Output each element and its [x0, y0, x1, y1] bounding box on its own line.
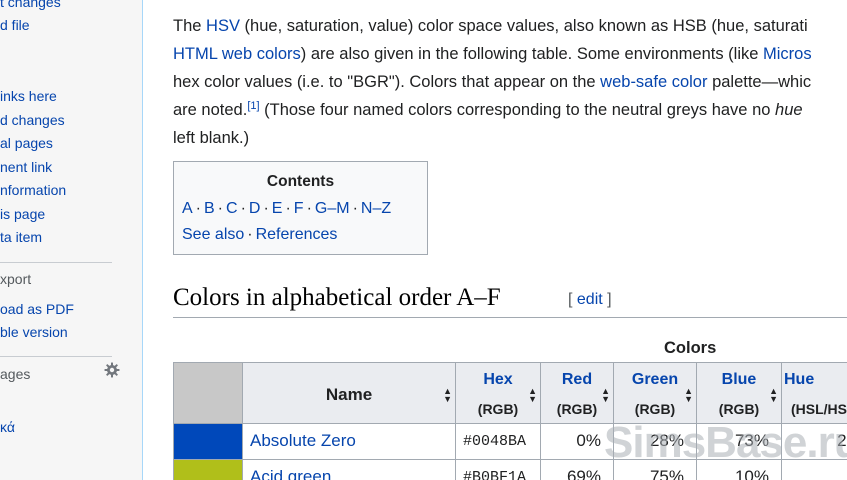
sort-icon[interactable]: ▲ ▼: [528, 387, 537, 404]
separator: ·: [285, 200, 291, 217]
link-web-safe-color[interactable]: web-safe color: [600, 73, 707, 91]
toc-title: Contents: [266, 173, 335, 190]
sidebar-item-page-information[interactable]: nformation: [0, 182, 66, 198]
table-cell-red: 69%: [540, 459, 614, 480]
separator: ·: [263, 200, 269, 217]
text-run: (Those four named colors corresponding t…: [259, 101, 776, 119]
separator: ·: [240, 200, 246, 217]
column-header-label: Name: [325, 385, 373, 404]
column-header-blue[interactable]: Blue (RGB) ▲ ▼: [696, 362, 782, 424]
table-caption: Colors: [664, 339, 717, 357]
separator: ·: [352, 200, 358, 217]
separator: ·: [247, 226, 253, 243]
toc-link-e[interactable]: E: [272, 200, 283, 217]
toc-link-f[interactable]: F: [294, 200, 304, 217]
toc-link-a[interactable]: A: [182, 200, 193, 217]
sidebar-item-upload-file[interactable]: d file: [0, 17, 30, 33]
text-run: The: [173, 17, 207, 35]
column-header-link[interactable]: Hue: [782, 371, 847, 389]
color-swatch: [173, 459, 243, 480]
bracket: ]: [602, 291, 612, 308]
link-microsoft[interactable]: Micros: [763, 45, 812, 63]
table-of-contents: Contents A · B · C · D · E · F · G–M · N–Z See also · Re…: [173, 161, 428, 255]
column-header-hue[interactable]: Hue (HSL/HSV: [781, 362, 847, 424]
table-cell-name: Acid green: [242, 459, 456, 480]
sidebar-heading-export: xport: [0, 271, 32, 287]
table-cell-name: Absolute Zero: [242, 423, 456, 460]
sidebar-item-related-changes-2[interactable]: d changes: [0, 112, 65, 128]
toc-link-references[interactable]: References: [256, 226, 338, 243]
sidebar-item-language-greek[interactable]: κά: [0, 419, 15, 435]
sidebar-item-wikidata-item[interactable]: ta item: [0, 229, 42, 245]
text-run: left blank.): [173, 129, 250, 147]
color-name-link[interactable]: Acid green: [250, 467, 331, 480]
sidebar-item-permanent-link[interactable]: nent link: [0, 159, 52, 175]
sidebar-item-special-pages[interactable]: al pages: [0, 135, 53, 151]
separator: ·: [217, 200, 223, 217]
toc-letters: A · B · C · D · E · F · G–M · N–Z: [182, 199, 391, 219]
text-run: hex color values (i.e. to "BGR"). Colors…: [173, 73, 601, 91]
color-name-link[interactable]: Absolute Zero: [250, 431, 356, 450]
text-emphasis: hue: [775, 101, 803, 119]
text-run: palette—whic: [707, 73, 812, 91]
column-header-name[interactable]: Name ▲ ▼: [242, 362, 456, 424]
table-cell-red: 0%: [540, 423, 614, 460]
link-hsv[interactable]: HSV: [206, 17, 240, 35]
bracket: [: [568, 291, 577, 308]
sidebar: t changes d file inks here d changes al …: [0, 0, 143, 480]
sidebar-item-what-links-here[interactable]: inks here: [0, 88, 57, 104]
table-cell-hex: #0048BA: [455, 423, 541, 460]
sort-icon[interactable]: ▲ ▼: [443, 387, 452, 404]
section-title: Colors in alphabetical order A–F: [173, 284, 501, 311]
toc-extras: See also · References: [182, 225, 337, 245]
sidebar-divider: [0, 262, 112, 263]
toc-link-c[interactable]: C: [226, 200, 238, 217]
table-cell-hex: #B0BF1A: [455, 459, 541, 480]
text-run: (hue, saturation, value) color space val…: [239, 17, 808, 35]
color-swatch: [173, 423, 243, 460]
sidebar-item-download-pdf[interactable]: oad as PDF: [0, 301, 74, 317]
reference-link-1[interactable]: [1]: [247, 100, 259, 112]
link-html-web-colors[interactable]: HTML web colors: [173, 45, 301, 63]
sort-icon[interactable]: ▲ ▼: [684, 387, 693, 404]
toc-link-g-m[interactable]: G–M: [315, 200, 350, 217]
swatch-header-cell: [173, 362, 243, 424]
edit-section-link[interactable]: edit: [577, 291, 603, 308]
column-header-hex[interactable]: Hex (RGB) ▲ ▼: [455, 362, 541, 424]
column-header-sub: (HSL/HSV: [791, 401, 847, 417]
article-content: The HSV (hue, saturation, value) color s…: [173, 0, 847, 480]
separator: ·: [195, 200, 201, 217]
separator: ·: [306, 200, 312, 217]
sidebar-item-related-changes[interactable]: t changes: [0, 0, 61, 10]
sidebar-item-printable-version[interactable]: ble version: [0, 324, 68, 340]
gear-icon[interactable]: [104, 362, 120, 378]
toc-link-n-z[interactable]: N–Z: [361, 200, 391, 217]
intro-paragraph: The HSV (hue, saturation, value) color s…: [173, 12, 847, 152]
sort-icon[interactable]: ▲ ▼: [769, 387, 778, 404]
toc-link-see-also[interactable]: See also: [182, 226, 244, 243]
text-run: are noted.: [173, 101, 248, 119]
column-header-green[interactable]: Green (RGB) ▲ ▼: [613, 362, 697, 424]
watermark: SimsBase.ru: [604, 418, 847, 467]
sidebar-item-cite-this-page[interactable]: is page: [0, 206, 45, 222]
toc-link-b[interactable]: B: [204, 200, 215, 217]
sidebar-divider: [0, 356, 112, 357]
edit-section: [ edit ]: [568, 291, 612, 309]
sort-icon[interactable]: ▲ ▼: [601, 387, 610, 404]
sidebar-heading-languages: ages: [0, 366, 31, 382]
text-run: ) are also given in the following table.…: [300, 45, 763, 63]
column-header-red[interactable]: Red (RGB) ▲ ▼: [540, 362, 614, 424]
toc-link-d[interactable]: D: [249, 200, 261, 217]
section-heading: Colors in alphabetical order A–F [ edit …: [173, 282, 847, 318]
